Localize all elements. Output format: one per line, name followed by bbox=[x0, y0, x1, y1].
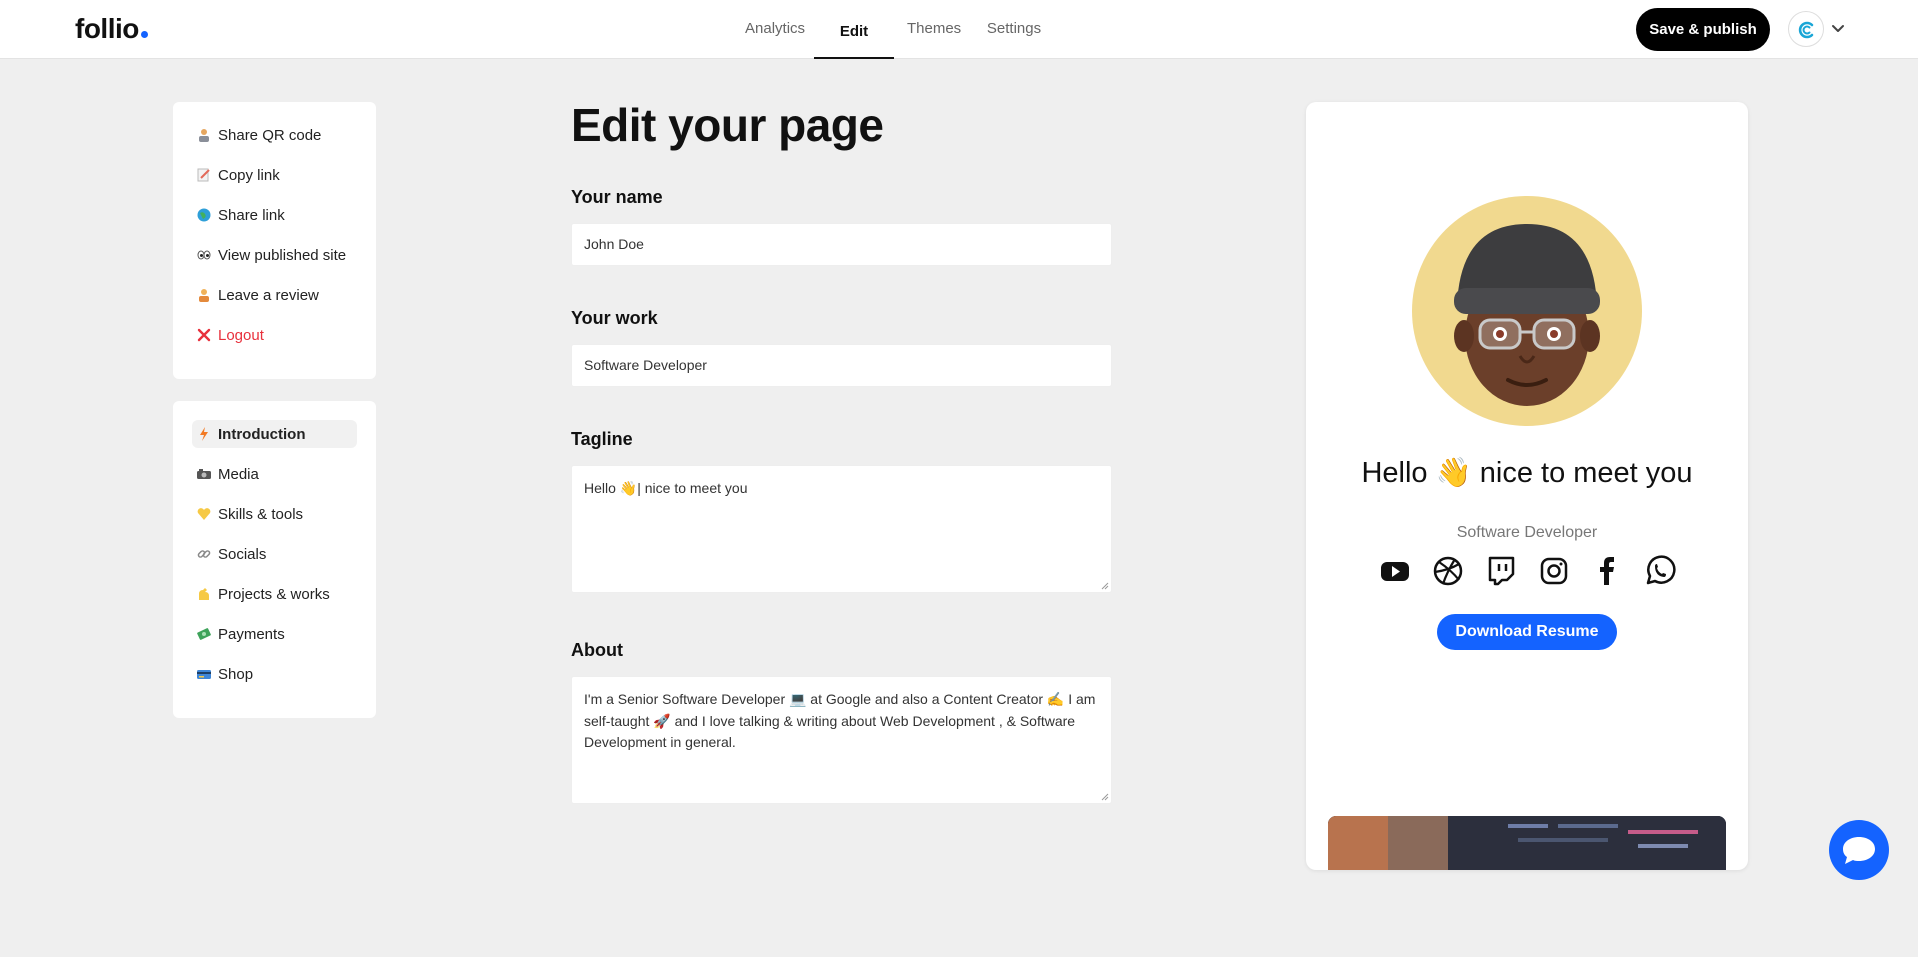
resize-handle-icon[interactable] bbox=[1101, 582, 1109, 590]
person-emoji-icon bbox=[197, 128, 211, 142]
sidebar-item-label: View published site bbox=[218, 246, 347, 264]
sidebar-item-label: Leave a review bbox=[218, 286, 319, 304]
link-icon bbox=[197, 547, 211, 561]
about-label: About bbox=[571, 640, 623, 660]
work-input[interactable]: Software Developer bbox=[571, 344, 1112, 387]
preview-tagline: Hello 👋 nice to meet you bbox=[1361, 457, 1693, 489]
about-text: I'm a Senior Software Developer 💻 at Goo… bbox=[584, 691, 1096, 750]
chat-button[interactable] bbox=[1829, 820, 1889, 880]
chat-bubble-icon bbox=[1843, 837, 1875, 864]
sidebar-item-copy-link[interactable]: Copy link bbox=[192, 161, 357, 189]
tab-edit[interactable]: Edit bbox=[814, 0, 894, 59]
globe-icon bbox=[197, 208, 211, 222]
memoji-avatar-icon bbox=[1454, 224, 1600, 406]
tab-settings[interactable]: Settings bbox=[985, 0, 1043, 59]
account-menu[interactable] bbox=[1788, 11, 1848, 47]
sidebar-item-socials[interactable]: Socials bbox=[192, 540, 357, 568]
sidebar-item-label: Copy link bbox=[218, 166, 280, 184]
sidebar-item-view-published[interactable]: View published site bbox=[192, 241, 357, 269]
sidebar-item-label: Shop bbox=[218, 665, 254, 683]
memo-icon bbox=[197, 168, 211, 182]
sidebar-item-skills[interactable]: Skills & tools bbox=[192, 500, 357, 528]
preview-work: Software Developer bbox=[1456, 524, 1598, 541]
sidebar-item-label: Share link bbox=[218, 206, 285, 224]
sidebar-item-label: Media bbox=[218, 465, 259, 483]
work-label: Your work bbox=[571, 308, 658, 328]
eyes-icon bbox=[197, 248, 211, 262]
sidebar-item-label: Share QR code bbox=[218, 126, 322, 144]
brand-c-icon bbox=[1798, 21, 1814, 39]
project-image bbox=[1328, 816, 1726, 870]
tab-analytics[interactable]: Analytics bbox=[745, 0, 805, 59]
camera-icon bbox=[197, 467, 211, 481]
name-label: Your name bbox=[571, 187, 663, 207]
tagline-textarea[interactable]: Hello 👋| nice to meet you bbox=[571, 465, 1112, 593]
dribbble-icon[interactable] bbox=[1431, 554, 1465, 588]
sidebar-item-share-qr[interactable]: Share QR code bbox=[192, 121, 357, 149]
sidebar-sections-card: Introduction Media Skills & tools Social… bbox=[173, 401, 376, 718]
download-resume-button[interactable]: Download Resume bbox=[1437, 614, 1617, 650]
tagline-label: Tagline bbox=[571, 429, 633, 449]
person-emoji-icon bbox=[197, 288, 211, 302]
sidebar-item-label: Introduction bbox=[218, 425, 306, 443]
lightning-icon bbox=[197, 427, 211, 441]
facebook-icon[interactable] bbox=[1590, 554, 1624, 588]
sidebar-item-media[interactable]: Media bbox=[192, 460, 357, 488]
about-textarea[interactable]: I'm a Senior Software Developer 💻 at Goo… bbox=[571, 676, 1112, 804]
twitch-icon[interactable] bbox=[1484, 554, 1518, 588]
sidebar-item-shop[interactable]: Shop bbox=[192, 660, 357, 688]
sidebar-item-label: Payments bbox=[218, 625, 285, 643]
sidebar-item-logout[interactable]: Logout bbox=[192, 321, 357, 349]
sidebar-item-payments[interactable]: Payments bbox=[192, 620, 357, 648]
top-bar: follio Analytics Edit Themes Settings Sa… bbox=[0, 0, 1918, 59]
logo[interactable]: follio bbox=[75, 13, 148, 45]
account-avatar[interactable] bbox=[1788, 11, 1824, 47]
profile-avatar bbox=[1412, 196, 1642, 426]
sidebar-item-projects[interactable]: Projects & works bbox=[192, 580, 357, 608]
logo-dot bbox=[140, 31, 148, 38]
resize-handle-icon[interactable] bbox=[1101, 793, 1109, 801]
sidebar-item-label: Logout bbox=[218, 326, 264, 344]
sidebar-item-share-link[interactable]: Share link bbox=[192, 201, 357, 229]
sidebar-item-introduction[interactable]: Introduction bbox=[192, 420, 357, 448]
youtube-icon[interactable] bbox=[1378, 554, 1412, 588]
credit-card-icon bbox=[197, 667, 211, 681]
sidebar-item-leave-review[interactable]: Leave a review bbox=[192, 281, 357, 309]
money-icon bbox=[197, 627, 211, 641]
tagline-text: Hello 👋| nice to meet you bbox=[584, 480, 748, 496]
whatsapp-icon[interactable] bbox=[1643, 554, 1677, 588]
chevron-down-icon[interactable] bbox=[1830, 21, 1846, 37]
sidebar-item-label: Projects & works bbox=[218, 585, 330, 603]
save-publish-button[interactable]: Save & publish bbox=[1636, 8, 1770, 51]
instagram-icon[interactable] bbox=[1537, 554, 1571, 588]
social-links bbox=[1378, 554, 1678, 590]
tab-themes[interactable]: Themes bbox=[907, 0, 961, 59]
page-preview: Hello 👋 nice to meet you Software Develo… bbox=[1306, 102, 1748, 870]
sidebar-item-label: Skills & tools bbox=[218, 505, 304, 523]
cross-mark-icon bbox=[197, 328, 211, 342]
sidebar-item-label: Socials bbox=[218, 545, 267, 563]
sidebar-actions-card: Share QR code Copy link Share link View … bbox=[173, 102, 376, 379]
page-title: Edit your page bbox=[571, 99, 884, 151]
yellow-heart-icon bbox=[197, 507, 211, 521]
flexed-arm-icon bbox=[197, 587, 211, 601]
name-input[interactable]: John Doe bbox=[571, 223, 1112, 266]
